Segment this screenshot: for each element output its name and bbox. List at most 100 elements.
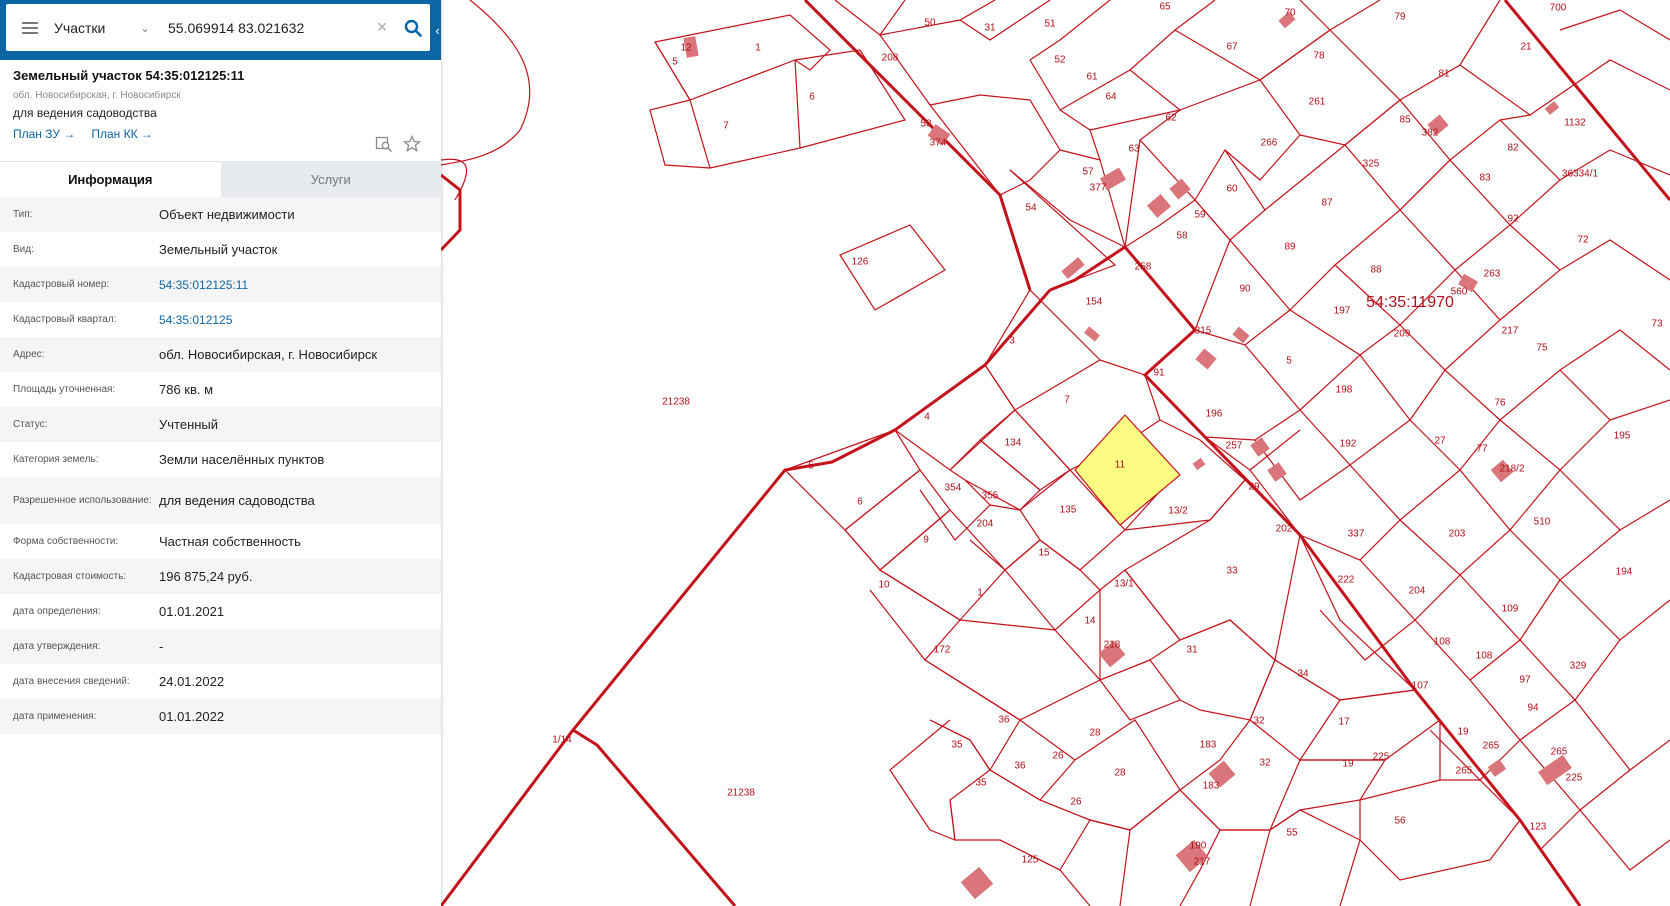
parcel-label: 218/2 <box>1499 464 1524 475</box>
parcel-label: 5 <box>672 57 678 68</box>
parcel-label: 54 <box>1025 203 1037 214</box>
search-icon <box>404 19 422 37</box>
collapse-panel-button[interactable]: ‹ <box>434 0 441 60</box>
parcel-label: 172 <box>934 645 951 656</box>
info-row-cadastral-number: Кадастровый номер: 54:35:012125:11 <box>0 267 441 302</box>
object-type-select[interactable]: Участки ⌄ <box>54 4 158 51</box>
cadastral-quarter-link[interactable]: 54:35:012125 <box>159 313 428 327</box>
info-panel: Участки ⌄ × ‹ Земельный участок 54:35:01… <box>0 0 441 906</box>
info-value: для ведения садоводства <box>159 493 315 508</box>
parcel-label: 225 <box>1566 773 1583 784</box>
parcel-label: 34 <box>1297 669 1309 680</box>
info-key: Тип: <box>13 209 33 220</box>
parcel-label: 36 <box>998 715 1010 726</box>
parcel-label: 91 <box>1153 368 1165 379</box>
parcel-label: 196 <box>1206 409 1223 420</box>
info-key: Площадь уточненная: <box>13 384 116 395</box>
parcel-label: 15 <box>1038 548 1050 559</box>
clear-icon[interactable]: × <box>368 4 396 51</box>
info-key: Разрешенное использование: <box>13 495 152 506</box>
parcel-label: 198 <box>1336 385 1353 396</box>
parcel-label: 355 <box>982 491 999 502</box>
object-header: Земельный участок 54:35:012125:11 обл. Н… <box>0 60 441 161</box>
parcel-label: 315 <box>1195 326 1212 337</box>
tab-info[interactable]: Информация <box>0 161 221 197</box>
panel-tabs: Информация Услуги <box>0 161 441 197</box>
info-table: Тип: Объект недвижимости Вид: Земельный уч… <box>0 197 441 734</box>
parcel-label: 202 <box>1276 524 1293 535</box>
info-key: Кадастровый номер: <box>13 279 110 290</box>
parcel-label: 125 <box>1022 855 1039 866</box>
info-value: 24.01.2022 <box>159 674 225 689</box>
parcel-label: 377 <box>1090 183 1107 194</box>
info-row-ownership: Форма собственности: Частная собственност… <box>0 524 441 559</box>
info-value: Учтенный <box>159 417 219 432</box>
parcel-label: 70 <box>1284 8 1296 19</box>
parcel-label: 6 <box>857 497 863 508</box>
info-value: Частная собственность <box>159 534 301 549</box>
parcel-label: 109 <box>1502 604 1519 615</box>
info-key: дата внесения сведений: <box>13 676 130 687</box>
parcel-label: 1 <box>977 588 983 599</box>
parcel-label: 85 <box>1399 115 1411 126</box>
zoom-to-object-icon[interactable] <box>375 135 393 153</box>
parcel-label: 26 <box>1052 751 1064 762</box>
star-icon[interactable] <box>402 134 422 153</box>
parcel-label: 35 <box>951 740 963 751</box>
plan-kk-link[interactable]: План КК → <box>91 127 153 141</box>
info-key: Вид: <box>13 244 34 255</box>
parcel-label: 79 <box>1394 12 1406 23</box>
parcel-label: 19 <box>1342 759 1354 770</box>
parcel-label: 135 <box>1060 505 1077 516</box>
plan-zu-link[interactable]: План ЗУ → <box>13 127 75 141</box>
parcel-label: 5 <box>808 461 814 472</box>
parcel-label: 108 <box>1476 651 1493 662</box>
parcel-label: 217 <box>1194 857 1211 868</box>
info-value: 786 кв. м <box>159 382 214 397</box>
menu-button[interactable] <box>6 4 54 51</box>
parcel-label: 265 <box>1483 741 1500 752</box>
search-button[interactable] <box>396 4 430 51</box>
search-bar: Участки ⌄ × ‹ <box>0 0 441 60</box>
parcel-label: 5 <box>1286 356 1292 367</box>
parcel-label: 382 <box>1422 128 1439 139</box>
info-value: 01.01.2022 <box>159 709 225 724</box>
tab-services[interactable]: Услуги <box>220 161 441 197</box>
parcel-label: 28 <box>1114 768 1126 779</box>
info-row-area: Площадь уточненная: 786 кв. м <box>0 372 441 407</box>
info-row-address: Адрес: обл. Новосибирская, г. Новосибирск <box>0 337 441 372</box>
info-key: Категория земель: <box>13 454 99 465</box>
parcel-label: 97 <box>1519 675 1531 686</box>
parcel-label: 258 <box>1135 262 1152 273</box>
info-key: дата утверждения: <box>13 641 101 652</box>
search-input[interactable] <box>158 4 368 51</box>
parcel-label: 67 <box>1226 42 1238 53</box>
parcel-label: 83 <box>1479 173 1491 184</box>
quarter-label: 54:35:11970 <box>1366 294 1454 311</box>
cadastral-number-link[interactable]: 54:35:012125:11 <box>159 278 428 292</box>
info-value: обл. Новосибирская, г. Новосибирск <box>159 347 378 362</box>
parcel-label: 154 <box>1086 297 1103 308</box>
info-row-cadastral-value: Кадастровая стоимость: 196 875,24 руб. <box>0 559 441 594</box>
parcel-label: 222 <box>1338 575 1355 586</box>
parcel-label: 75 <box>1536 343 1548 354</box>
parcel-label: 94 <box>1527 703 1539 714</box>
parcel-label: 65 <box>1159 2 1171 13</box>
hamburger-icon <box>22 21 38 34</box>
parcel-label: 337 <box>1348 529 1365 540</box>
info-value: Объект недвижимости <box>159 207 295 222</box>
parcel-label: 194 <box>1616 567 1633 578</box>
parcel-label: 203 <box>1449 529 1466 540</box>
info-key: Кадастровый квартал: <box>13 314 117 325</box>
info-row-permitted-use: Разрешенное использование: для ведения са… <box>0 477 441 524</box>
parcel-label: 56 <box>1394 816 1406 827</box>
info-value: 01.01.2021 <box>159 604 225 619</box>
object-type-label: Участки <box>54 19 106 36</box>
parcel-label: 190 <box>1190 841 1207 852</box>
parcel-label: 33 <box>1226 566 1238 577</box>
parcel-label: 57 <box>1082 167 1094 178</box>
parcel-label: 21238 <box>662 397 690 408</box>
parcel-label: 50 <box>924 18 936 29</box>
parcel-label: 7 <box>1064 395 1070 406</box>
info-row-cadastral-quarter: Кадастровый квартал: 54:35:012125 <box>0 302 441 337</box>
